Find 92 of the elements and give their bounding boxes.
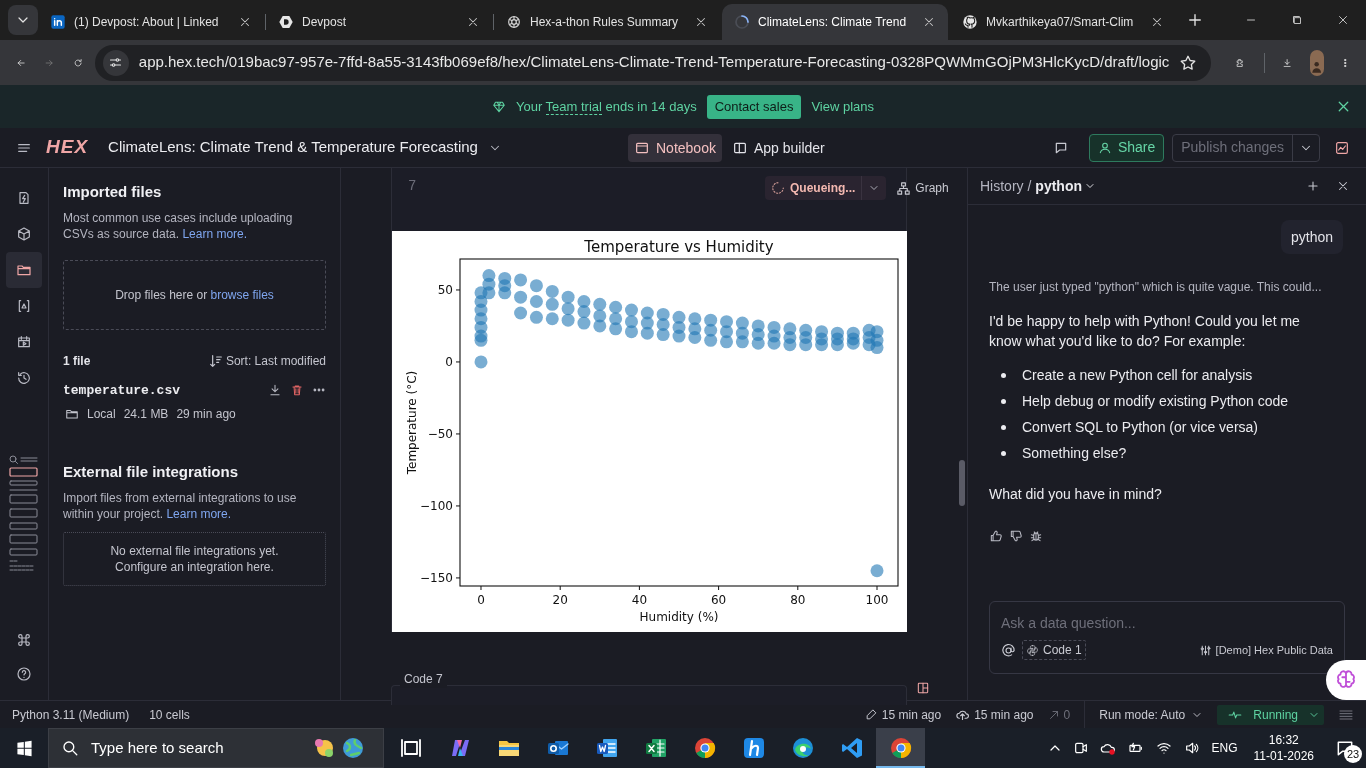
x-axis-tick: 100 [865,585,889,607]
project-title[interactable]: ClimateLens: Climate Trend & Temperature Forecasting [108,136,478,159]
x-tick-label: 40 [631,593,648,607]
file-location: Local [87,406,116,423]
published-time: 15 min ago [955,705,1034,724]
learn-more-link[interactable]: Learn more. [166,506,232,521]
x-axis-tick: 80 [790,585,806,607]
file-count: 1 file [63,352,91,370]
browser-tab[interactable]: (1) Devpost: About | Linked [38,4,264,40]
tab-title: Hex-a-thon Rules Summary [530,14,680,31]
view-tab[interactable]: Notebook [628,134,722,162]
view-tab[interactable]: App builder [725,134,831,162]
browse-files-link[interactable]: browse files [210,287,274,302]
assistant-message: What did you have in mind? [989,485,1163,504]
trial-message: Your Team trial ends in 14 days [515,97,697,117]
x-axis-tick: 60 [710,585,727,607]
list-item: Convert SQL to Python (or vice versa) [1022,417,1259,437]
y-tick-label: 50 [437,282,453,297]
y-tick-label: −100 [420,498,453,513]
file-size: 24.1 MB [123,406,169,423]
clock-time[interactable]: 16:32 [1268,732,1299,748]
x-axis-tick: 20 [552,585,568,607]
share-button[interactable]: Share [1088,133,1165,162]
section-description: Most common use cases include uploading CSVs as source data. Learn more. [63,209,294,242]
thread-selector[interactable]: python [1035,175,1096,197]
thinking-summary: The user just typed "python" which is quite vague. This could... [989,279,1323,296]
question-field[interactable]: Ask a data question... Code 1 [Demo] Hex Public Data [989,601,1345,674]
chart-title: Temperature vs Humidity [584,238,774,256]
search-placeholder: Type here to search [91,737,224,758]
drop-instruction: Drop files here or browse files [115,286,274,304]
x-axis-tick: 40 [631,585,648,607]
run-status-button[interactable]: Queueing... [765,176,887,200]
file-modified: 29 min ago [176,406,236,423]
context-chip[interactable]: Code 1 [1022,640,1086,660]
taskbar-search-field[interactable]: Type here to search [48,728,384,768]
learn-more-link[interactable]: Learn more. [182,226,248,241]
contact-sales-button[interactable]: Contact sales [706,94,802,119]
x-tick-label: 0 [477,593,485,607]
y-axis-tick: −100 [420,498,461,513]
clock-date[interactable]: 11-01-2026 [1253,748,1314,764]
tab-title: Mvkarthikeya07/Smart-Clim [986,14,1135,31]
url-text: app.hex.tech/019bac97-957e-7ffd-8a55-3143fb069ef8/hex/ClimateLens-Climate-Trend-Temperature-Forecasting-0328PQWMmGOjPM3HlcKycD/draft/logic [138,52,1170,73]
team-trial-link[interactable]: Team trial [545,98,602,115]
address-bar[interactable]: app.hex.tech/019bac97-957e-7ffd-8a55-3143fb069ef8/hex/ClimateLens-Climate-Trend-Temperature-Forecasting-0328PQWMmGOjPM3HlcKycD/draft/logic [94,44,1212,81]
x-tick-label: 20 [552,593,568,607]
file-name[interactable]: temperature.csv [63,380,181,400]
browser-tab[interactable]: Mvkarthikeya07/Smart-Clim [950,4,1176,40]
y-axis-tick: −150 [420,570,461,585]
file-drop-zone[interactable]: Drop files here or browse files [63,259,326,330]
y-axis-tick: 0 [445,354,461,369]
tab-title: (1) Devpost: About | Linked [74,14,220,31]
y-tick-label: 0 [445,354,453,369]
user-message: python [1280,220,1343,254]
section-description: Import files from external integrations to use within your project. Learn more. [63,489,298,522]
x-tick-label: 100 [865,593,889,607]
assistant-message: I'd be happy to help with Python! Could you let me know what you'd like to do? For example: [989,312,1301,351]
browser-tab[interactable]: Devpost [266,4,492,40]
language-indicator[interactable]: ENG [1211,739,1238,757]
breadcrumb[interactable]: History / [980,175,1032,197]
x-tick-label: 60 [710,593,727,607]
y-tick-label: −50 [427,426,453,441]
empty-state-text: Configure an integration here. [115,558,274,575]
tab-title: ClimateLens: Climate Trend [758,14,908,31]
section-heading: External file integrations [63,462,240,482]
notification-badge: 23 [1344,745,1362,763]
line-number: 7 [408,177,417,196]
tab-title: Devpost [302,14,348,31]
y-axis-tick: 50 [437,282,461,297]
data-source-selector[interactable]: [Demo] Hex Public Data [1198,641,1333,659]
y-axis-tick: −50 [427,426,461,441]
graph-button[interactable]: Graph [896,179,949,197]
x-tick-label: 80 [790,593,806,607]
run-mode-dropdown[interactable]: Run mode: Auto [1099,705,1204,724]
list-item: Something else? [1022,443,1127,463]
list-item: Create a new Python cell for analysis [1022,365,1253,385]
x-axis-tick: 0 [477,585,485,607]
view-plans-link[interactable]: View plans [811,96,875,117]
sort-button[interactable]: Sort: Last modified [207,351,326,370]
kernel-state-dropdown[interactable]: Running [1217,704,1324,725]
edited-time: 15 min ago [864,705,942,724]
browser-tab[interactable]: Hex-a-thon Rules Summary [494,4,720,40]
kernel-status[interactable]: Python 3.11 (Medium) [12,705,130,724]
share-count: 0 [1047,705,1071,724]
empty-state-text: No external file integrations yet. [110,542,279,559]
y-tick-label: −150 [420,570,453,585]
y-axis-title: Temperature (°C) [405,370,419,475]
list-item: Help debug or modify existing Python code [1022,391,1289,411]
hex-logo[interactable]: HEX [46,133,89,162]
section-heading: Imported files [63,182,163,202]
cell-count: 10 cells [149,706,190,724]
x-axis-title: Humidity (%) [639,610,719,624]
browser-tab[interactable]: ClimateLens: Climate Trend [722,4,948,40]
